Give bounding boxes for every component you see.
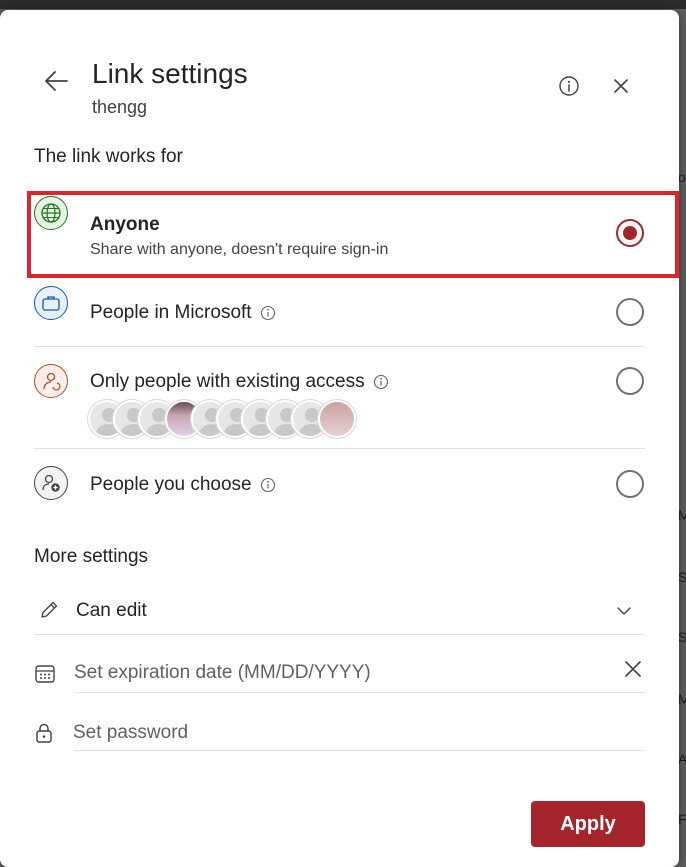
close-icon [614,79,628,93]
person-refresh-icon [34,364,68,398]
info-icon[interactable] [260,477,276,493]
divider [74,750,645,751]
option-label: Only people with existing access [90,371,365,392]
person-add-icon [34,466,68,500]
link-works-for-heading: The link works for [34,146,183,167]
radio-unselected[interactable] [616,470,644,498]
briefcase-icon [34,286,68,320]
divider [74,692,645,693]
info-icon[interactable] [260,305,276,321]
people-with-access-avatars[interactable] [88,400,358,440]
back-button[interactable] [40,65,72,97]
permission-value: Can edit [76,600,147,621]
clear-icon[interactable] [624,660,642,678]
expiration-date-placeholder: Set expiration date (MM/DD/YYYY) [74,662,371,683]
background-text-fragment: o [678,169,686,185]
link-settings-dialog: Link settings thengg The link works for … [0,10,679,867]
info-button[interactable] [556,73,582,99]
background-text-fragment: S [678,629,686,645]
calendar-icon [35,665,55,683]
option-label: People you choose [90,474,252,495]
password-field[interactable]: Set password [34,710,645,754]
more-settings-heading: More settings [34,546,149,567]
background-text-fragment: F [678,811,686,827]
background-text-fragment: M [678,691,686,707]
info-icon [559,76,579,96]
lock-icon [36,723,52,743]
option-label-wrap: People you choose [90,474,276,496]
divider [34,634,645,635]
background-text-fragment: S [678,569,686,585]
option-label-wrap: Only people with existing access [90,371,389,393]
divider [34,346,645,347]
close-button[interactable] [608,73,634,99]
option-people-you-choose[interactable]: People you choose [34,464,645,514]
radio-unselected[interactable] [616,367,644,395]
apply-button[interactable]: Apply [531,801,645,847]
pencil-icon [41,601,58,618]
option-people-in-org[interactable]: People in Microsoft [34,284,645,336]
highlight-frame [27,191,679,278]
divider [34,448,645,449]
password-placeholder: Set password [73,722,189,743]
expiration-date-field[interactable]: Set expiration date (MM/DD/YYYY) [34,650,645,694]
dialog-subtitle: thengg [92,97,148,117]
chevron-down-icon [617,607,631,615]
dialog-title: Link settings [92,58,248,89]
avatar [318,400,356,438]
option-label: People in Microsoft [90,302,252,323]
background-text-fragment: A [678,751,686,767]
background-text-fragment: M [678,507,686,523]
info-icon[interactable] [373,374,389,390]
arrow-left-icon [45,71,68,91]
window-top-bar [0,0,686,9]
option-label-wrap: People in Microsoft [90,302,276,324]
permission-dropdown[interactable]: Can edit [34,588,645,636]
radio-unselected[interactable] [616,298,644,326]
